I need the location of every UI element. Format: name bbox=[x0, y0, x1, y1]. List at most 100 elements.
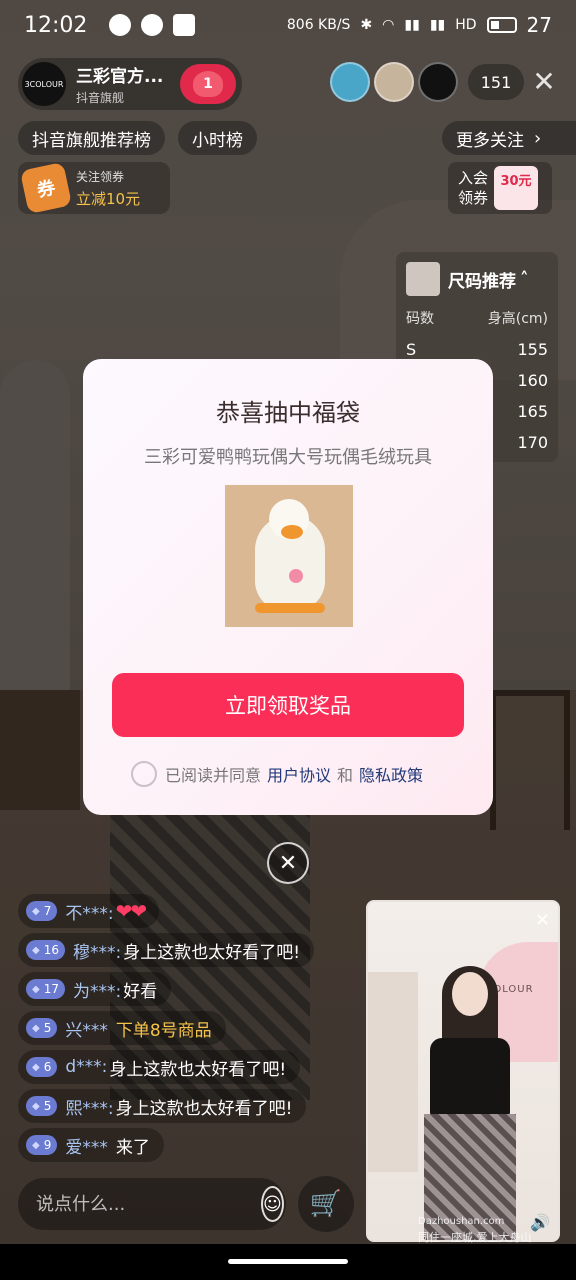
user-agreement-link[interactable]: 用户协议 bbox=[267, 762, 331, 786]
level-badge: 7 bbox=[26, 901, 58, 921]
battery-level: 27 bbox=[526, 13, 552, 37]
comment-text: 身上这款也太好看了吧! bbox=[109, 1059, 287, 1080]
lucky-bag-modal: 恭喜抽中福袋 三彩可爱鸭鸭玩偶大号玩偶毛绒玩具 立即领取奖品 已阅读并同意 用户… bbox=[83, 359, 493, 815]
signal2-icon: ▮▮ bbox=[429, 17, 446, 33]
douyin-ranking-chip[interactable]: 抖音旗舰推荐榜 bbox=[18, 121, 165, 155]
more-follow-label: 更多关注 bbox=[456, 130, 524, 151]
coupon-line1: 关注领券 bbox=[76, 169, 125, 184]
more-follow-chip[interactable]: 更多关注 › bbox=[442, 121, 576, 155]
size-row: S 155 bbox=[406, 340, 548, 359]
prize-name: 三彩可爱鸭鸭玩偶大号玩偶毛绒玩具 bbox=[144, 447, 432, 468]
watermark: Dazhoushan.com 同住一座城,爱上大舟山 bbox=[418, 1216, 576, 1245]
comment-text: 来了 bbox=[115, 1137, 150, 1158]
host-avatar[interactable]: 3COLOUR bbox=[22, 62, 66, 106]
navigation-bar bbox=[0, 1244, 576, 1280]
close-icon[interactable]: ✕ bbox=[528, 66, 560, 98]
list-item: 5 兴*** 下单8号商品 bbox=[18, 1011, 226, 1045]
list-item: 9 爱*** 来了 bbox=[18, 1128, 164, 1162]
follow-button[interactable]: 1 bbox=[180, 64, 236, 104]
comment-user[interactable]: 穆***: bbox=[73, 938, 121, 963]
list-item: 5 熙***: 身上这款也太好看了吧! bbox=[18, 1089, 307, 1123]
mini-host-top bbox=[430, 1038, 510, 1118]
emoji-icon[interactable]: ☺ bbox=[261, 1186, 284, 1222]
level-badge: 17 bbox=[26, 979, 65, 999]
viewer-count[interactable]: 151 bbox=[468, 64, 524, 100]
height-value: 155 bbox=[517, 340, 548, 359]
prize-image bbox=[225, 485, 353, 627]
height-col-label: 身高(cm) bbox=[487, 311, 548, 327]
comment-list: 7 不***: ❤❤ 16 穆***: 身上这款也太好看了吧! 17 为***:… bbox=[18, 894, 368, 1167]
level-badge: 5 bbox=[26, 1096, 58, 1116]
follow-coupon[interactable]: 券 关注领券 立减10元 bbox=[18, 161, 170, 215]
tiktok-icon bbox=[173, 14, 196, 36]
size-panel-columns: 码数 身高(cm) bbox=[406, 308, 548, 328]
agree-and: 和 bbox=[337, 766, 354, 785]
level-badge: 6 bbox=[26, 1057, 58, 1077]
size-value: S bbox=[406, 340, 417, 359]
mini-close-icon[interactable]: ✕ bbox=[535, 910, 550, 931]
heart-badge-icon: 1 bbox=[193, 71, 223, 97]
modal-close-icon[interactable]: ✕ bbox=[267, 842, 309, 884]
height-value: 160 bbox=[517, 371, 548, 390]
duck-beak bbox=[281, 525, 303, 539]
battery-icon bbox=[486, 17, 517, 33]
modal-title: 恭喜抽中福袋 bbox=[216, 399, 360, 427]
viewer-avatars[interactable]: 151 bbox=[330, 62, 524, 102]
network-speed: 806 KB/S bbox=[286, 17, 351, 33]
list-item: 6 d***: 身上这款也太好看了吧! bbox=[18, 1050, 301, 1084]
agree-prefix: 已阅读并同意 bbox=[165, 766, 262, 785]
status-bar: 12:02 806 KB/S ✱ ◠ ▮▮ ▮▮ HD 27 bbox=[0, 0, 576, 50]
shopping-cart-icon[interactable]: 🛒 bbox=[298, 1176, 354, 1232]
bluetooth-icon: ✱ bbox=[360, 17, 373, 33]
mini-door bbox=[368, 972, 418, 1172]
claim-prize-button[interactable]: 立即领取奖品 bbox=[112, 673, 464, 737]
viewer-avatar[interactable] bbox=[374, 62, 414, 102]
level-badge: 5 bbox=[26, 1018, 58, 1038]
comment-user[interactable]: 为***: bbox=[73, 977, 121, 1002]
comment-input-bar[interactable]: ☺ bbox=[18, 1178, 286, 1230]
privacy-policy-link[interactable]: 隐私政策 bbox=[359, 762, 423, 786]
size-panel-title: 尺码推荐 bbox=[448, 271, 516, 292]
signal-icon: ▮▮ bbox=[404, 17, 420, 33]
list-item: 16 穆***: 身上这款也太好看了吧! bbox=[18, 933, 315, 967]
host-subtitle: 抖音旗舰 bbox=[76, 91, 125, 105]
product-thumb bbox=[406, 262, 440, 296]
coupon-line2: 立减10元 bbox=[76, 189, 141, 208]
comment-input[interactable] bbox=[36, 1193, 261, 1215]
host-info-pill[interactable]: 3COLOUR 三彩官方... 抖音旗舰 1 bbox=[18, 58, 242, 110]
wifi-icon: ◠ bbox=[382, 17, 395, 33]
coupon-icon: 券 bbox=[19, 161, 73, 215]
member-coupon-line2: 领券 bbox=[458, 189, 489, 207]
duck-feet bbox=[255, 603, 325, 613]
comment-user[interactable]: 不***: bbox=[65, 899, 113, 924]
comment-text: 身上这款也太好看了吧! bbox=[115, 1098, 293, 1119]
size-panel-header[interactable]: 尺码推荐 ˄ bbox=[406, 262, 548, 296]
level-badge: 16 bbox=[26, 940, 65, 960]
hd-label: HD bbox=[455, 17, 477, 33]
viewer-avatar[interactable] bbox=[418, 62, 458, 102]
message-icon bbox=[141, 14, 164, 36]
home-handle[interactable] bbox=[228, 1259, 348, 1264]
comment-user[interactable]: 爱*** bbox=[65, 1133, 108, 1158]
notification-icon bbox=[109, 14, 132, 36]
duck-flower bbox=[289, 569, 303, 583]
comment-user[interactable]: d***: bbox=[65, 1057, 107, 1077]
hourly-ranking-chip[interactable]: 小时榜 bbox=[178, 121, 257, 155]
member-coupon[interactable]: 入会 领券 30元 bbox=[448, 162, 552, 214]
watermark-slogan: 同住一座城,爱上大舟山 bbox=[418, 1231, 532, 1244]
agreement-row: 已阅读并同意 用户协议 和 隐私政策 bbox=[131, 761, 429, 787]
comment-text: 好看 bbox=[123, 981, 158, 1002]
status-time: 12:02 bbox=[24, 12, 88, 38]
comment-user[interactable]: 兴*** bbox=[65, 1016, 108, 1041]
chevron-right-icon: › bbox=[534, 127, 542, 149]
level-badge: 9 bbox=[26, 1135, 58, 1155]
comment-text: 身上这款也太好看了吧! bbox=[123, 942, 301, 963]
member-coupon-line1: 入会 bbox=[458, 169, 489, 187]
agree-checkbox[interactable] bbox=[131, 761, 157, 787]
chevron-up-icon: ˄ bbox=[520, 269, 529, 289]
viewer-avatar[interactable] bbox=[330, 62, 370, 102]
comment-user[interactable]: 熙***: bbox=[65, 1094, 113, 1119]
height-value: 170 bbox=[517, 433, 548, 452]
mini-player[interactable]: 3COLOUR ✕ 🔊 bbox=[366, 900, 560, 1242]
list-item: 7 不***: ❤❤ bbox=[18, 894, 160, 928]
